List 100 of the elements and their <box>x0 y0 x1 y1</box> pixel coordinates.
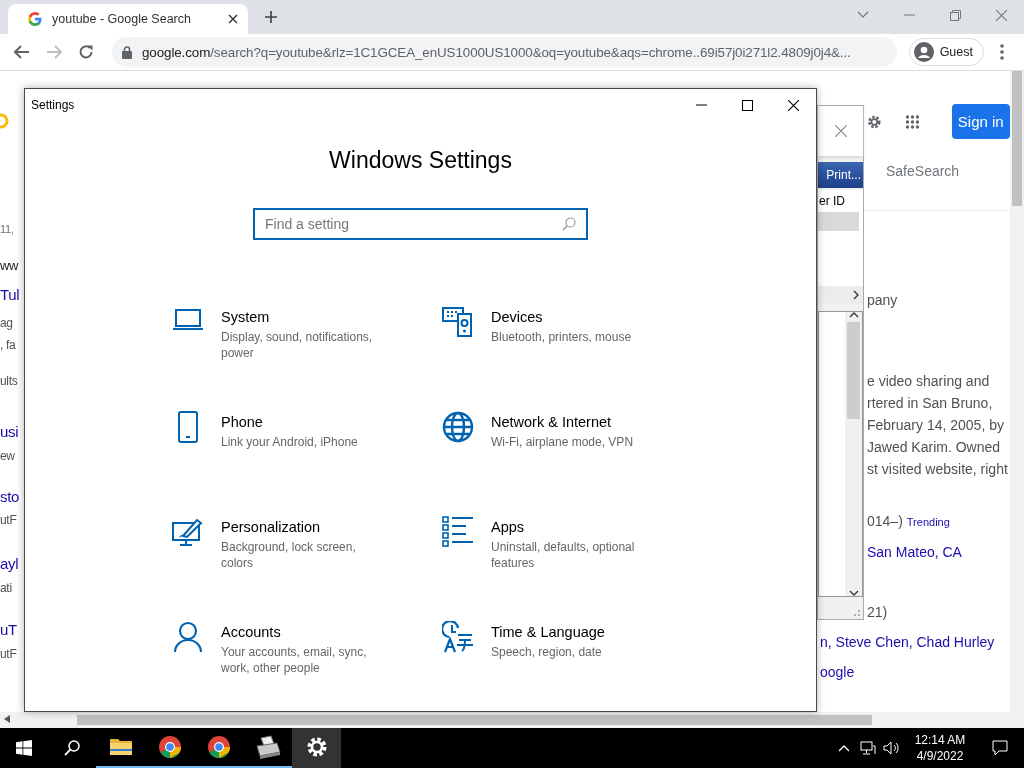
category-name: Phone <box>221 414 264 430</box>
clock[interactable]: 12:14 AM 4/9/2022 <box>904 728 976 768</box>
result-text: February 14, 2005, by <box>867 416 1004 435</box>
speaker-icon <box>883 741 901 755</box>
network-icon <box>860 741 876 755</box>
speech-bubble-icon <box>992 740 1008 756</box>
print-title-bar[interactable]: Print... <box>818 162 863 188</box>
browser-tab[interactable]: youtube - Google Search <box>8 4 248 34</box>
chevron-down-icon <box>848 590 859 596</box>
search-input[interactable]: Find a setting <box>265 216 562 232</box>
category-description: Bluetooth, printers, mouse <box>491 329 633 345</box>
profile-button[interactable]: Guest <box>908 38 984 66</box>
chevron-down-icon <box>857 11 869 19</box>
result-link[interactable]: n, Steve Chen, Chad Hurley <box>820 631 995 653</box>
time-icon <box>442 621 474 653</box>
close-icon <box>228 14 238 24</box>
search-field[interactable]: Find a setting <box>253 208 588 240</box>
chevron-up-icon <box>848 312 859 318</box>
category-description: Speech, region, date <box>491 644 603 660</box>
result-title[interactable]: ayl <box>0 554 24 574</box>
result-title[interactable]: Tul <box>0 285 24 305</box>
lock-icon <box>122 45 132 59</box>
safesearch-label[interactable]: SafeSearch <box>886 163 960 179</box>
settings-category[interactable]: Apps Uninstall, defaults, optional features <box>442 519 712 624</box>
close-icon <box>787 99 799 111</box>
settings-category[interactable]: Phone Link your Android, iPhone <box>172 414 442 519</box>
forward-arrow-icon <box>46 45 62 59</box>
page-heading: Windows Settings <box>329 147 512 174</box>
address-bar[interactable]: google.com/search?q=youtube&rlz=1C1GCEA_enUS1000US1000&oq=youtube&aqs=chrome..69i57j0i271l2.4809j0j4&... <box>112 37 897 67</box>
result-text: ag <box>0 315 14 332</box>
result-text: utF <box>0 512 18 529</box>
close-icon <box>835 125 847 137</box>
result-text: ults <box>0 373 19 390</box>
fax-machine-icon <box>254 734 281 760</box>
result-text: 11, <box>0 222 15 237</box>
network-icon <box>442 411 474 443</box>
google-g-icon <box>27 11 43 27</box>
reload-icon <box>78 44 94 60</box>
kebab-menu-icon <box>1000 44 1004 60</box>
category-description: Display, sound, notifications, power <box>221 329 374 361</box>
minimize-icon <box>903 14 915 16</box>
category-name: Devices <box>491 309 544 325</box>
result-link[interactable]: oogle <box>820 661 855 683</box>
chevron-right-icon <box>853 289 859 300</box>
settings-category[interactable]: Devices Bluetooth, printers, mouse <box>442 309 712 414</box>
result-text: pany <box>867 291 898 310</box>
result-text: ew <box>0 448 16 465</box>
result-text: Jawed Karim. Owned <box>867 438 1001 457</box>
scroll-left-icon <box>4 715 10 723</box>
category-description: Background, lock screen, colors <box>221 539 357 571</box>
category-name: Time & Language <box>491 624 606 640</box>
result-title[interactable]: usi <box>0 422 24 442</box>
accounts-icon <box>172 621 204 653</box>
taskbar-app[interactable] <box>292 728 341 768</box>
result-text: utF <box>0 646 18 663</box>
chrome-icon <box>156 734 183 760</box>
result-text: , fa <box>0 337 17 354</box>
resize-grip-icon <box>851 607 861 617</box>
result-title[interactable]: uT <box>0 620 24 640</box>
result-text: ati <box>0 580 13 597</box>
settings-category[interactable]: Accounts Your accounts, email, sync, work, other people <box>172 624 442 729</box>
plus-icon <box>264 10 278 24</box>
category-description: Link your Android, iPhone <box>221 434 359 450</box>
chrome-icon <box>205 734 232 760</box>
settings-category[interactable]: Network & Internet Wi-Fi, airplane mode, VPN <box>442 414 712 519</box>
category-name: System <box>221 309 271 325</box>
sign-in-button[interactable]: Sign in <box>951 104 1010 139</box>
avatar-icon <box>913 42 934 62</box>
result-text: 014–) Trending <box>867 512 950 531</box>
result-link[interactable]: San Mateo, CA <box>867 541 962 563</box>
windows-logo-icon <box>16 740 32 756</box>
url-text: google.com/search?q=youtube&rlz=1C1GCEA_enUS1000US1000&oq=youtube&aqs=chrome..69i57j0i271l2.4809j0j4&... <box>142 44 851 60</box>
maximize-icon <box>741 99 753 111</box>
category-description: Uninstall, defaults, optional features <box>491 539 636 571</box>
result-text: e video sharing and <box>867 372 990 391</box>
category-name: Personalization <box>221 519 322 535</box>
restore-icon <box>949 9 961 21</box>
search-icon <box>562 217 576 231</box>
result-text: 21) <box>867 603 888 622</box>
result-text: st visited website, right <box>867 460 1008 479</box>
back-arrow-icon <box>14 45 30 59</box>
result-text: rtered in San Bruno, <box>867 394 993 413</box>
category-name: Network & Internet <box>491 414 613 430</box>
close-icon <box>995 9 1007 21</box>
logo-ring-icon <box>0 113 10 129</box>
apps-grid-icon <box>904 112 920 131</box>
settings-category[interactable]: Time & Language Speech, region, date <box>442 624 712 729</box>
settings-category[interactable]: System Display, sound, notifications, power <box>172 309 442 414</box>
minimize-icon <box>695 104 707 106</box>
result-text: ww <box>0 257 20 275</box>
personalization-icon <box>172 516 204 548</box>
search-icon <box>64 740 80 756</box>
window-title: Settings <box>31 98 75 112</box>
settings-category[interactable]: Personalization Background, lock screen, colors <box>172 519 442 624</box>
category-name: Apps <box>491 519 526 535</box>
apps-icon <box>442 516 474 548</box>
result-title[interactable]: sto <box>0 487 24 507</box>
chevron-up-icon <box>838 744 850 752</box>
category-description: Wi-Fi, airplane mode, VPN <box>491 434 635 450</box>
devices-icon <box>442 306 474 338</box>
